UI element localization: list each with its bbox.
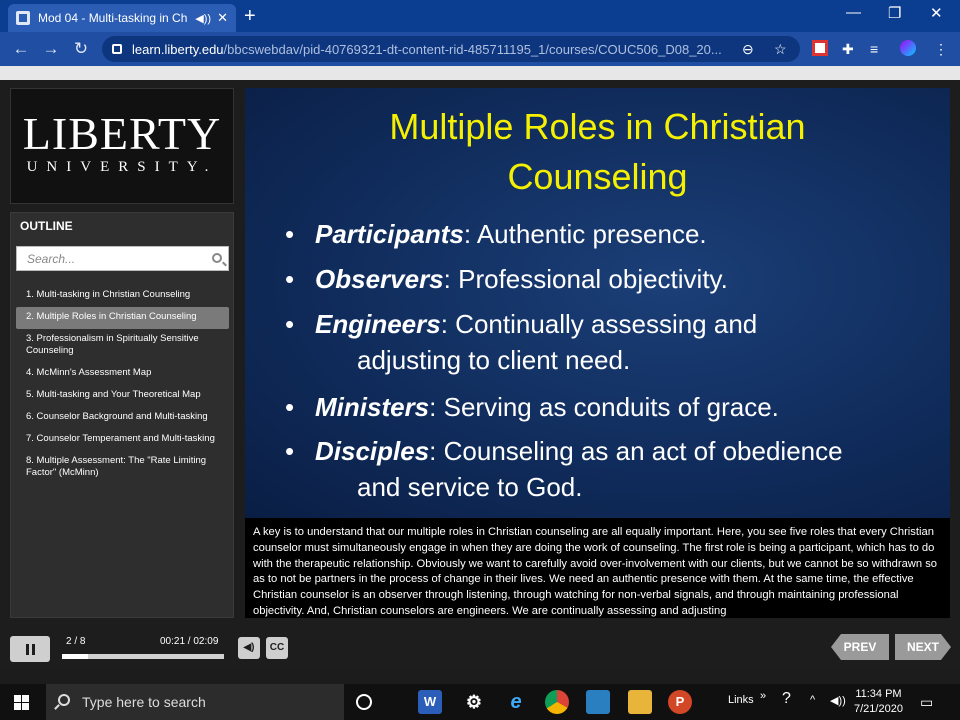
- url-host: learn.liberty.edu: [132, 41, 224, 57]
- presentation-player: LIBERTY UNIVERSITY. OUTLINE Search... 1.…: [0, 80, 960, 670]
- back-icon[interactable]: ←: [6, 39, 36, 59]
- bullet-continuation: adjusting to client need.: [357, 345, 631, 375]
- search-icon: [58, 694, 70, 706]
- file-explorer-icon[interactable]: [628, 690, 652, 714]
- blackboard-icon: [16, 11, 30, 25]
- search-placeholder: Search...: [27, 251, 76, 266]
- reading-list-icon[interactable]: ≡: [870, 36, 878, 62]
- bullet-text: : Authentic presence.: [463, 219, 707, 249]
- chevron-right-icon[interactable]: »: [760, 690, 766, 702]
- browser-toolbar: ← → ↻ learn.liberty.edu/bbcswebdav/pid-4…: [0, 32, 960, 66]
- tab-title: Mod 04 - Multi-tasking in Ch: [38, 11, 188, 25]
- outline-item[interactable]: 7. Counselor Temperament and Multi-taski…: [16, 429, 229, 451]
- logo-line1: LIBERTY: [22, 108, 222, 159]
- cc-button[interactable]: CC: [266, 637, 288, 659]
- browser-tab[interactable]: Mod 04 - Multi-tasking in Ch ◀)) ✕: [8, 4, 236, 32]
- bullet-term: Participants: [315, 219, 464, 249]
- taskbar-clock[interactable]: 11:34 PM 7/21/2020: [854, 687, 903, 717]
- close-window-icon[interactable]: ✕: [930, 4, 943, 22]
- notification-icon[interactable]: ▭: [920, 694, 933, 711]
- outline-heading: OUTLINE: [20, 219, 73, 233]
- slide-counter: 2 / 8: [66, 636, 86, 647]
- maximize-icon[interactable]: ❐: [888, 4, 901, 22]
- player-controls: 2 / 8 00:21 / 02:09 ◀) CC PREV NEXT: [0, 628, 960, 670]
- bullet-text: : Serving as conduits of grace.: [429, 392, 779, 422]
- bullet-term: Ministers: [315, 392, 430, 422]
- logo-line2: UNIVERSITY.: [26, 159, 218, 175]
- seek-bar-fill: [62, 654, 88, 659]
- outline-list: 1. Multi-tasking in Christian Counseling…: [16, 285, 229, 485]
- minimize-icon[interactable]: —: [846, 4, 861, 21]
- page-gap: [0, 66, 960, 80]
- links-toolbar[interactable]: Links: [728, 694, 754, 706]
- menu-kebab-icon[interactable]: ⋮: [934, 36, 948, 62]
- outline-panel: OUTLINE Search... 1. Multi-tasking in Ch…: [10, 212, 234, 618]
- bullet-term: Observers: [315, 264, 444, 294]
- slide-bullet: • Participants: Authentic presence.: [285, 219, 707, 249]
- word-icon[interactable]: W: [418, 690, 442, 714]
- extensions-puzzle-icon[interactable]: ✚: [842, 36, 854, 62]
- bullet-text: : Continually assessing and: [440, 309, 758, 339]
- bookmark-star-icon[interactable]: ☆: [774, 36, 787, 62]
- speaker-icon[interactable]: ◀)): [830, 694, 846, 707]
- new-tab-button[interactable]: +: [244, 4, 256, 28]
- edge-icon[interactable]: e: [504, 690, 528, 714]
- slide-title-line2: Counseling: [507, 156, 688, 197]
- slide-bullet: • Ministers: Serving as conduits of grace…: [285, 392, 779, 422]
- liberty-logo: LIBERTY UNIVERSITY.: [10, 88, 234, 204]
- outline-item[interactable]: 5. Multi-tasking and Your Theoretical Ma…: [16, 385, 229, 407]
- powerpoint-icon[interactable]: P: [668, 690, 692, 714]
- forward-icon[interactable]: →: [36, 39, 66, 59]
- taskbar-search-input[interactable]: Type here to search: [46, 684, 344, 720]
- browser-tab-bar: Mod 04 - Multi-tasking in Ch ◀)) ✕ + — ❐…: [0, 0, 960, 32]
- lock-icon: [112, 44, 122, 54]
- outline-item[interactable]: 8. Multiple Assessment: The "Rate Limiti…: [16, 451, 229, 485]
- slide-title-line1: Multiple Roles in Christian: [389, 106, 806, 147]
- profile-avatar[interactable]: [900, 40, 916, 56]
- cortana-icon[interactable]: [356, 694, 372, 710]
- settings-gear-icon[interactable]: ⚙: [462, 690, 486, 714]
- url-path: /bbcswebdav/pid-40769321-dt-content-rid-…: [223, 41, 722, 57]
- bullet-term: Engineers: [315, 309, 441, 339]
- close-tab-icon[interactable]: ✕: [217, 10, 228, 26]
- chrome-icon[interactable]: [545, 690, 569, 714]
- bullet-text: : Professional objectivity.: [443, 264, 728, 294]
- pause-button[interactable]: [10, 636, 50, 662]
- chevron-up-icon[interactable]: ^: [810, 694, 815, 706]
- outline-item-selected[interactable]: 2. Multiple Roles in Christian Counselin…: [16, 307, 229, 329]
- help-icon[interactable]: ?: [782, 690, 791, 708]
- clock-time: 11:34 PM: [855, 688, 902, 700]
- outline-search-input[interactable]: Search...: [16, 246, 229, 271]
- outline-item[interactable]: 4. McMinn's Assessment Map: [16, 363, 229, 385]
- zoom-icon[interactable]: ⊖: [742, 36, 754, 62]
- windows-taskbar: Type here to search W ⚙ e P Links » ? ^ …: [0, 684, 960, 720]
- audio-icon[interactable]: ◀)): [195, 12, 211, 25]
- taskbar-search-placeholder: Type here to search: [82, 694, 206, 710]
- extension-icon[interactable]: [812, 40, 828, 56]
- outline-item[interactable]: 1. Multi-tasking in Christian Counseling: [16, 285, 229, 307]
- slide-title: Multiple Roles in Christian Counseling: [245, 102, 950, 202]
- clock-date: 7/21/2020: [854, 703, 903, 715]
- elapsed-time: 00:21 / 02:09: [160, 636, 219, 647]
- outline-item[interactable]: 3. Professionalism in Spiritually Sensit…: [16, 329, 229, 363]
- slide-bullet: • Observers: Professional objectivity.: [285, 264, 728, 294]
- outline-item[interactable]: 6. Counselor Background and Multi-taskin…: [16, 407, 229, 429]
- prev-button[interactable]: PREV: [831, 634, 889, 660]
- slide-bullet: • Engineers: Continually assessing and ad…: [285, 306, 757, 378]
- slide-bullet: • Disciples: Counseling as an act of obed…: [285, 433, 843, 505]
- windows-start-icon[interactable]: [14, 695, 29, 710]
- volume-button[interactable]: ◀): [238, 637, 260, 659]
- reload-icon[interactable]: ↻: [66, 39, 96, 59]
- search-icon[interactable]: [212, 253, 222, 263]
- seek-bar[interactable]: [62, 654, 224, 659]
- bullet-continuation: and service to God.: [357, 472, 583, 502]
- bullet-term: Disciples: [315, 436, 430, 466]
- slide-canvas: Multiple Roles in Christian Counseling •…: [245, 88, 950, 518]
- address-bar[interactable]: learn.liberty.edu/bbcswebdav/pid-4076932…: [102, 36, 800, 62]
- bullet-text: : Counseling as an act of obedience: [429, 436, 843, 466]
- closed-caption-text: A key is to understand that our multiple…: [245, 518, 950, 618]
- photos-icon[interactable]: [586, 690, 610, 714]
- next-button[interactable]: NEXT: [895, 634, 951, 660]
